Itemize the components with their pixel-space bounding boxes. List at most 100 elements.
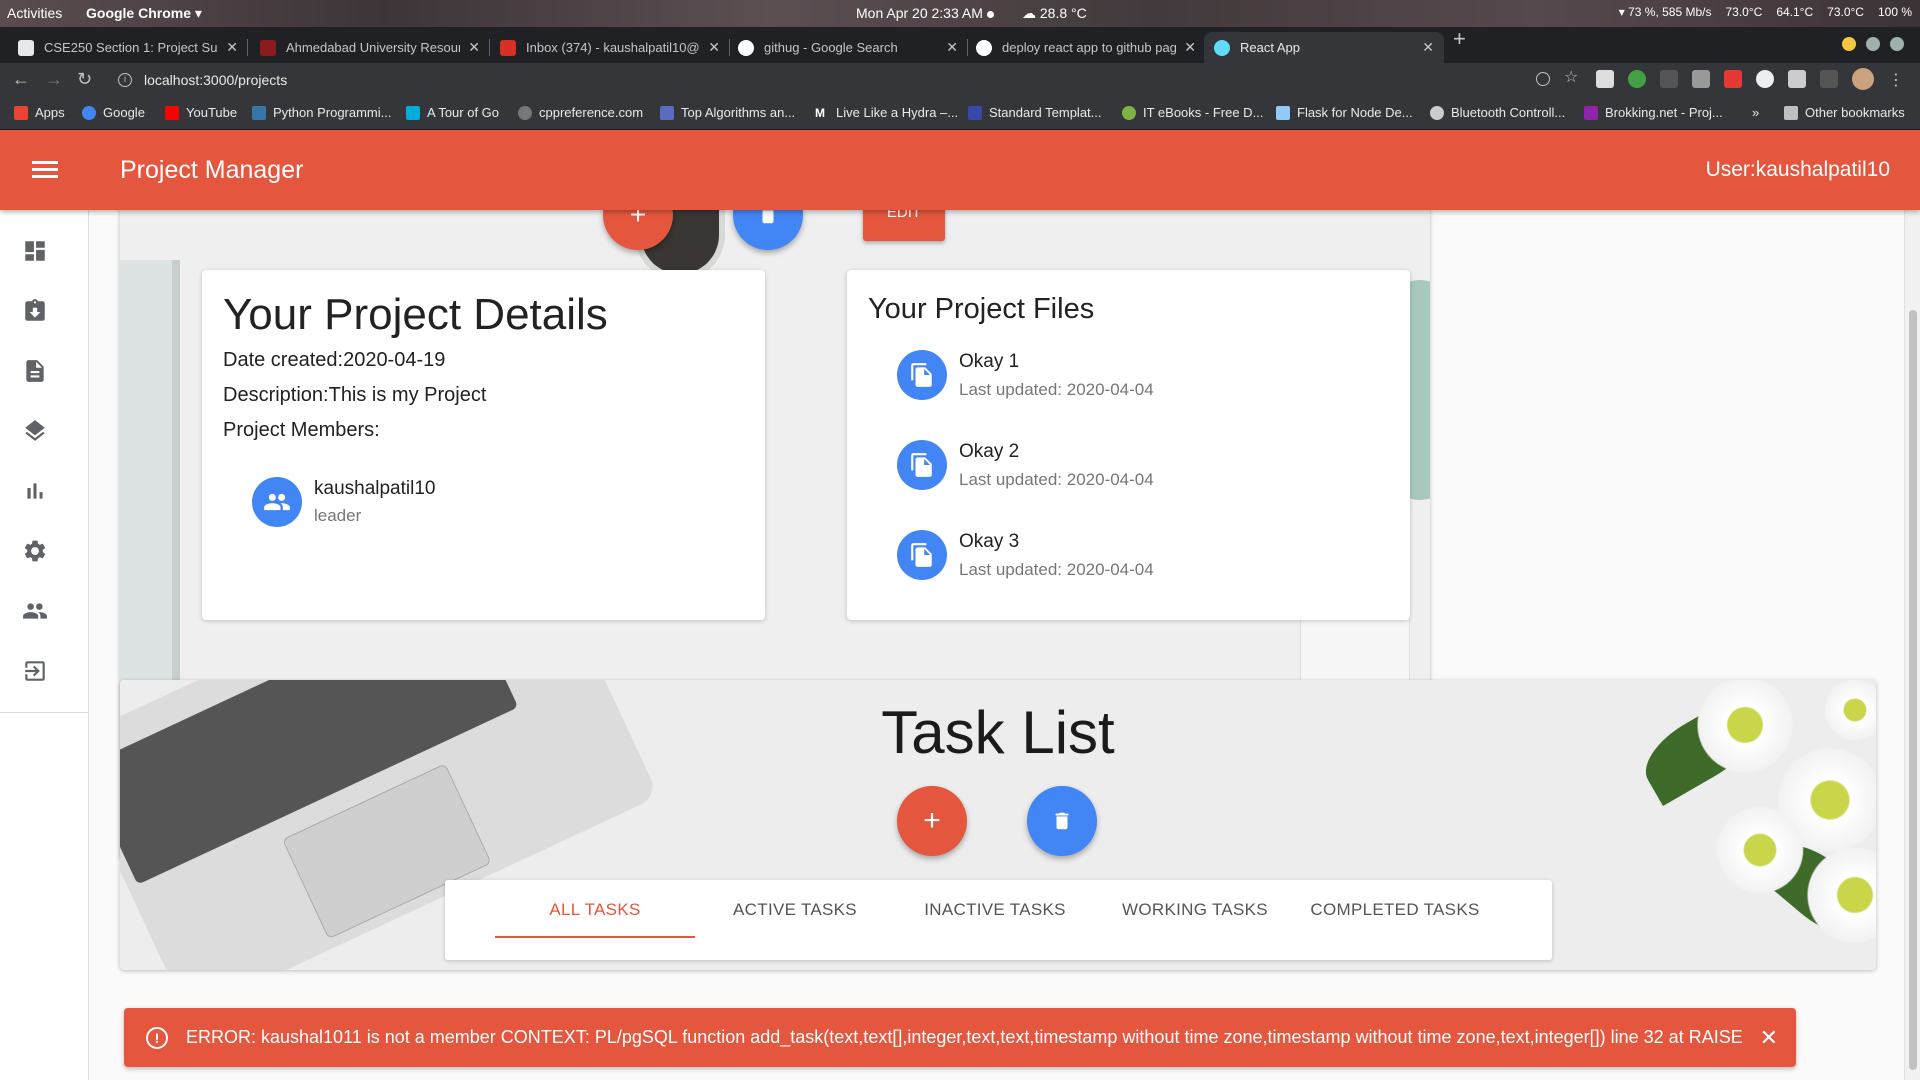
tab-active-tasks[interactable]: ACTIVE TASKS bbox=[695, 900, 895, 920]
youtube-icon bbox=[165, 105, 179, 120]
close-tab-icon[interactable]: ✕ bbox=[946, 39, 958, 56]
close-tab-icon[interactable]: ✕ bbox=[468, 39, 480, 56]
browser-tab[interactable]: Ahmedabad University Resourc ✕ bbox=[250, 32, 490, 63]
bookmark-item[interactable]: cppreference.com bbox=[518, 105, 643, 120]
temp-indicator-2: 64.1°C bbox=[1776, 5, 1814, 19]
tab-working-tasks[interactable]: WORKING TASKS bbox=[1095, 900, 1295, 920]
tab-inactive-tasks[interactable]: INACTIVE TASKS bbox=[895, 900, 1095, 920]
project-files-title: Your Project Files bbox=[868, 293, 1095, 325]
close-tab-icon[interactable]: ✕ bbox=[1422, 39, 1434, 56]
bookmark-item[interactable]: Top Algorithms an... bbox=[660, 105, 795, 120]
layers-icon[interactable] bbox=[22, 418, 48, 444]
address-bar[interactable]: i localhost:3000/projects bbox=[108, 66, 1568, 94]
bookmark-star-icon[interactable]: ☆ bbox=[1564, 70, 1582, 88]
file-copy-icon bbox=[911, 363, 932, 387]
close-tab-icon[interactable]: ✕ bbox=[708, 39, 720, 56]
notification-dot bbox=[986, 10, 994, 18]
dashboard-icon[interactable] bbox=[22, 238, 48, 264]
extension-icon[interactable] bbox=[1660, 70, 1678, 88]
close-icon[interactable]: ✕ bbox=[1760, 1025, 1778, 1051]
tab-title: deploy react app to github pag bbox=[1002, 40, 1177, 55]
bookmark-item[interactable]: M Live Like a Hydra –... bbox=[815, 105, 958, 120]
file-item[interactable]: Okay 1 Last updated: 2020-04-04 bbox=[897, 350, 1154, 400]
tab-all-tasks[interactable]: ALL TASKS bbox=[495, 900, 695, 920]
bookmark-item[interactable]: A Tour of Go bbox=[406, 105, 499, 120]
logout-icon[interactable] bbox=[22, 658, 48, 684]
member-item[interactable]: kaushalpatil10 leader bbox=[252, 477, 435, 527]
apps-grid-icon bbox=[14, 105, 28, 120]
extension-toolbar: ☆ ⋮ bbox=[1536, 68, 1904, 90]
bookmark-item[interactable]: Python Programmi... bbox=[252, 105, 392, 120]
people-icon[interactable] bbox=[22, 598, 48, 624]
menu-icon[interactable] bbox=[32, 161, 58, 179]
reload-button[interactable]: ↻ bbox=[77, 69, 92, 90]
tab-favicon bbox=[260, 39, 276, 56]
status-area[interactable]: ▾ 73 %, 585 Mb/s 73.0°C 64.1°C 73.0°C 10… bbox=[1619, 5, 1912, 19]
bookmark-item[interactable]: Bluetooth Controll... bbox=[1430, 105, 1565, 120]
delete-project-button[interactable] bbox=[733, 210, 803, 250]
extension-icon[interactable] bbox=[1788, 70, 1806, 88]
bookmark-item[interactable]: Standard Templat... bbox=[968, 105, 1102, 120]
weather-indicator[interactable]: ☁ 28.8 °C bbox=[1022, 5, 1087, 22]
bookmark-label: A Tour of Go bbox=[427, 105, 500, 120]
new-tab-button[interactable]: + bbox=[1453, 26, 1466, 52]
add-symbol: + bbox=[629, 210, 647, 230]
browser-tab[interactable]: CSE250 Section 1: Project Subr ✕ bbox=[8, 32, 248, 63]
assignment-returned-icon[interactable] bbox=[22, 298, 48, 324]
task-filter-tabs: ALL TASKS ACTIVE TASKS INACTIVE TASKS WO… bbox=[445, 880, 1552, 960]
extension-icon[interactable] bbox=[1596, 70, 1614, 88]
bookmark-item[interactable]: YouTube bbox=[165, 105, 237, 120]
scrollbar-thumb[interactable] bbox=[1909, 310, 1917, 1070]
browser-tab-active[interactable]: React App ✕ bbox=[1204, 32, 1444, 63]
other-bookmarks[interactable]: Other bookmarks bbox=[1784, 105, 1905, 120]
app-menu[interactable]: Google Chrome ▾ bbox=[86, 5, 202, 22]
page-scrollbar[interactable] bbox=[1904, 210, 1920, 1080]
extension-icon[interactable] bbox=[1692, 70, 1710, 88]
app-menu-label: Google Chrome bbox=[86, 5, 192, 21]
profile-avatar[interactable] bbox=[1852, 68, 1874, 90]
tab-completed-tasks[interactable]: COMPLETED TASKS bbox=[1295, 900, 1495, 920]
maximize-button[interactable] bbox=[1866, 37, 1880, 51]
browser-tab[interactable]: githug - Google Search ✕ bbox=[728, 32, 968, 63]
extension-icon[interactable] bbox=[1756, 70, 1774, 88]
file-copy-icon bbox=[911, 543, 932, 567]
bookmark-item[interactable]: Flask for Node De... bbox=[1276, 105, 1413, 120]
browser-tab[interactable]: deploy react app to github pag ✕ bbox=[966, 32, 1206, 63]
error-icon: ! bbox=[146, 1026, 168, 1049]
back-button[interactable]: ← bbox=[12, 69, 30, 90]
bookmark-item[interactable]: Google bbox=[82, 105, 145, 120]
bar-chart-icon[interactable] bbox=[22, 478, 48, 504]
task-list-title: Task List bbox=[881, 699, 1115, 766]
bookmarks-overflow-button[interactable]: » bbox=[1752, 105, 1759, 120]
file-copy-icon bbox=[911, 453, 932, 477]
forward-button[interactable]: → bbox=[45, 69, 63, 90]
bookmark-item[interactable]: Apps bbox=[14, 105, 65, 120]
close-tab-icon[interactable]: ✕ bbox=[1184, 39, 1196, 56]
close-window-button[interactable] bbox=[1890, 37, 1904, 51]
more-menu-icon[interactable]: ⋮ bbox=[1888, 70, 1904, 90]
delete-task-button[interactable] bbox=[1027, 786, 1097, 856]
bookmark-item[interactable]: IT eBooks - Free D... bbox=[1122, 105, 1263, 120]
file-item[interactable]: Okay 3 Last updated: 2020-04-04 bbox=[897, 530, 1154, 580]
add-task-button[interactable]: + bbox=[897, 786, 967, 856]
close-tab-icon[interactable]: ✕ bbox=[226, 39, 238, 56]
clock[interactable]: Mon Apr 20 2:33 AM bbox=[856, 5, 994, 21]
extension-icon[interactable] bbox=[1724, 70, 1742, 88]
zoom-icon[interactable] bbox=[1536, 72, 1550, 86]
bookmark-label: Brokking.net - Proj... bbox=[1605, 105, 1723, 120]
bookmark-label: Top Algorithms an... bbox=[681, 105, 796, 120]
react-icon bbox=[1214, 39, 1230, 56]
minimize-button[interactable] bbox=[1842, 37, 1856, 51]
extension-icon[interactable] bbox=[1628, 70, 1646, 88]
settings-icon[interactable] bbox=[22, 538, 48, 564]
site-info-icon[interactable]: i bbox=[118, 73, 132, 87]
edit-project-button[interactable]: EDIT bbox=[863, 210, 945, 241]
description-icon[interactable] bbox=[22, 358, 48, 384]
bookmark-item[interactable]: Brokking.net - Proj... bbox=[1584, 105, 1723, 120]
activities-button[interactable]: Activities bbox=[7, 5, 62, 21]
browser-tab[interactable]: Inbox (374) - kaushalpatil10@g ✕ bbox=[490, 32, 730, 63]
bookmark-favicon bbox=[660, 105, 674, 120]
bookmark-favicon bbox=[1430, 105, 1444, 120]
extension-icon[interactable] bbox=[1820, 70, 1838, 88]
file-item[interactable]: Okay 2 Last updated: 2020-04-04 bbox=[897, 440, 1154, 490]
